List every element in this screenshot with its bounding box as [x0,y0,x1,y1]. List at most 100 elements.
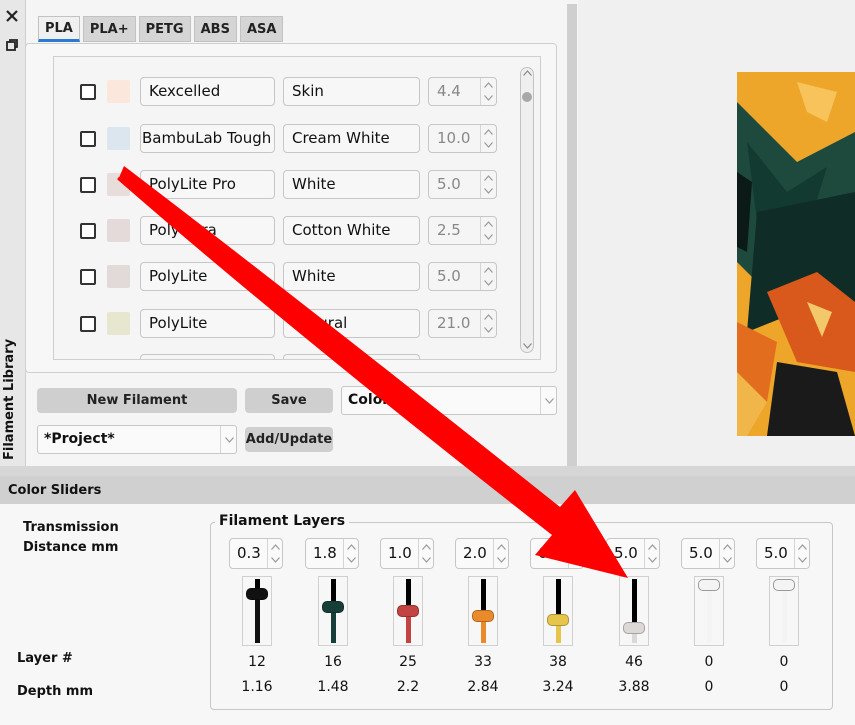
brand-field[interactable]: Kexcelled [140,77,275,106]
chevron-down-icon[interactable] [523,343,532,349]
layer-td-stepper[interactable]: 5.0 [681,538,735,569]
color-swatch[interactable] [107,173,130,196]
chevron-down-icon[interactable] [422,557,431,563]
layer-slider[interactable] [318,576,348,646]
chevron-up-icon[interactable] [484,314,493,320]
chevron-up-icon[interactable] [723,544,732,550]
slider-handle[interactable] [472,610,494,623]
layer-slider[interactable] [769,576,799,646]
chevron-up-icon[interactable] [347,544,356,550]
color-swatch[interactable] [107,80,130,103]
chevron-up-icon[interactable] [484,267,493,273]
name-field[interactable]: White [283,262,420,291]
project-combo[interactable]: *Project* [37,425,237,454]
chevron-down-icon[interactable] [347,557,356,563]
layer-td-stepper[interactable]: 6.5 [530,538,584,569]
color-swatch[interactable] [107,219,130,242]
layer-td-stepper[interactable]: 0.3 [229,538,283,569]
chevron-up-icon[interactable] [572,544,581,550]
slider-handle[interactable] [397,605,419,617]
chevron-down-icon[interactable] [271,557,280,563]
slider-handle[interactable] [773,579,795,591]
select-checkbox[interactable] [80,84,96,100]
tab-petg[interactable]: PETG [138,16,191,42]
sort-combo[interactable]: Color [341,386,557,415]
chevron-down-icon[interactable] [484,280,493,286]
name-field[interactable]: Cream White [283,124,420,153]
chevron-down-icon[interactable] [723,557,732,563]
layer-td-stepper[interactable]: 2.0 [455,538,509,569]
chevron-down-icon[interactable] [798,557,807,563]
chevron-up-icon[interactable] [497,544,506,550]
list-scrollbar[interactable] [520,67,534,353]
slider-handle[interactable] [623,621,645,634]
chevron-down-icon[interactable] [484,95,493,101]
name-field[interactable]: Natural [283,309,420,338]
tab-pla-plus[interactable]: PLA+ [82,16,136,42]
chevron-down-icon[interactable] [225,437,234,443]
slider-handle[interactable] [698,579,720,591]
color-swatch[interactable] [107,312,130,335]
layer-slider[interactable] [468,576,498,646]
layer-td-stepper[interactable]: 1.8 [305,538,359,569]
chevron-down-icon[interactable] [545,398,554,404]
new-filament-button[interactable]: New Filament [37,388,237,413]
td-stepper[interactable]: 5.0 [428,170,497,199]
tab-pla[interactable]: PLA [38,16,80,42]
chevron-down-icon[interactable] [572,557,581,563]
layer-slider[interactable] [242,576,272,646]
select-checkbox[interactable] [80,223,96,239]
layer-td-stepper[interactable]: 1.0 [380,538,434,569]
brand-field[interactable]: PolyLite [140,262,275,291]
select-checkbox[interactable] [80,177,96,193]
save-button[interactable]: Save [245,388,333,413]
brand-field[interactable]: BambuLab Tough [140,124,275,153]
layer-td-stepper[interactable]: 5.0 [756,538,810,569]
chevron-up-icon[interactable] [484,82,493,88]
scroll-thumb[interactable] [522,92,532,102]
chevron-down-icon[interactable] [484,234,493,240]
chevron-down-icon[interactable] [648,557,657,563]
name-field[interactable]: Skin [283,77,420,106]
slider-handle[interactable] [322,600,344,613]
select-checkbox[interactable] [80,316,96,332]
chevron-up-icon[interactable] [523,70,532,76]
section-separator[interactable] [0,466,855,476]
layer-td-stepper[interactable]: 5.0 [606,538,660,569]
slider-handle[interactable] [547,613,569,626]
name-field[interactable]: White [283,170,420,199]
brand-field[interactable]: PolyLite Pro [140,170,275,199]
color-swatch[interactable] [107,265,130,288]
tab-asa[interactable]: ASA [239,16,284,42]
td-stepper[interactable]: 10.0 [428,124,497,153]
chevron-up-icon[interactable] [648,544,657,550]
chevron-up-icon[interactable] [271,544,280,550]
layer-slider[interactable] [694,576,724,646]
slider-handle[interactable] [246,588,268,601]
select-checkbox[interactable] [80,131,96,147]
chevron-up-icon[interactable] [422,544,431,550]
select-checkbox[interactable] [80,269,96,285]
chevron-up-icon[interactable] [484,221,493,227]
color-swatch[interactable] [107,127,130,150]
chevron-down-icon[interactable] [484,188,493,194]
brand-field[interactable]: PolyTerra [140,216,275,245]
layer-slider[interactable] [619,576,649,646]
tab-abs[interactable]: ABS [193,16,237,42]
td-stepper[interactable]: 2.5 [428,216,497,245]
chevron-down-icon[interactable] [484,327,493,333]
td-stepper[interactable]: 4.4 [428,77,497,106]
layer-slider[interactable] [543,576,573,646]
add-update-button[interactable]: Add/Update [245,427,333,452]
brand-field[interactable]: PolyLite [140,309,275,338]
restore-icon[interactable] [5,38,19,52]
chevron-up-icon[interactable] [798,544,807,550]
td-stepper[interactable]: 21.0 [428,309,497,338]
panel-scrollbar[interactable] [567,4,577,466]
chevron-up-icon[interactable] [484,175,493,181]
name-field[interactable]: Cotton White [283,216,420,245]
td-stepper[interactable]: 5.0 [428,262,497,291]
close-icon[interactable] [4,8,20,24]
chevron-down-icon[interactable] [484,142,493,148]
chevron-up-icon[interactable] [484,129,493,135]
